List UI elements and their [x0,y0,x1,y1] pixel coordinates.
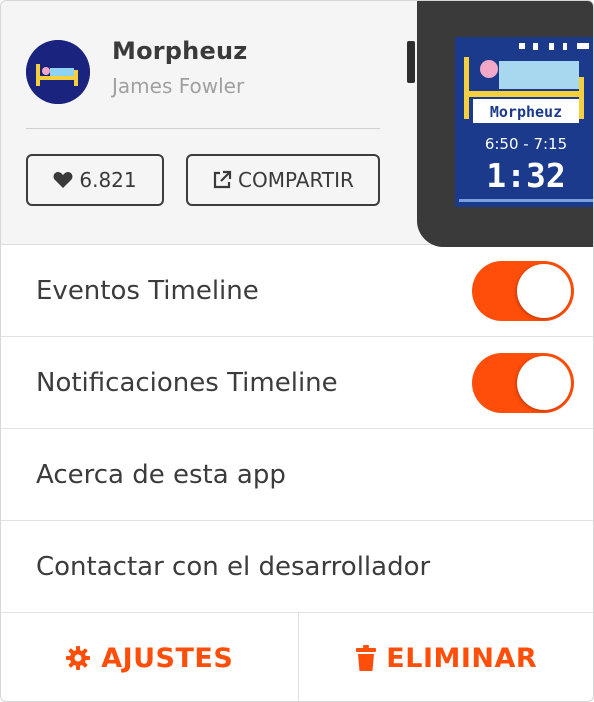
delete-button[interactable]: ELIMINAR [297,613,594,701]
app-author[interactable]: James Fowler [112,74,244,98]
app-name: Morpheuz [112,37,248,65]
app-header: Morpheuz James Fowler 6.821 COMPARTIR Mo… [1,1,593,247]
settings-list: Eventos Timeline Notificaciones Timeline… [1,245,593,613]
settings-label: AJUSTES [101,642,234,674]
setting-timeline-events[interactable]: Eventos Timeline [1,245,593,337]
app-detail-panel: Morpheuz James Fowler 6.821 COMPARTIR Mo… [0,0,594,702]
contact-developer-item[interactable]: Contactar con el desarrollador [1,521,593,613]
about-app-item[interactable]: Acerca de esta app [1,429,593,521]
likes-count: 6.821 [79,168,137,192]
setting-label: Contactar con el desarrollador [36,551,431,582]
watch-screenshot: Morpheuz 6:50 - 7:15 1:32 [407,1,593,247]
trash-icon [356,645,377,671]
footer-actions: AJUSTES ELIMINAR [1,613,594,701]
like-button[interactable]: 6.821 [26,154,164,206]
settings-button[interactable]: AJUSTES [1,613,298,701]
watch-time: 1:32 [486,156,565,195]
external-link-icon [213,170,232,189]
setting-label: Acerca de esta app [36,459,286,490]
timeline-notifications-toggle[interactable] [472,353,574,413]
share-label: COMPARTIR [238,168,354,192]
bed-icon [26,40,90,104]
share-button[interactable]: COMPARTIR [186,154,380,206]
gear-icon [66,646,91,670]
timeline-events-toggle[interactable] [472,261,574,321]
heart-icon [53,172,73,188]
watch-alarm-window: 6:50 - 7:15 [485,135,567,153]
toggle-knob [517,356,571,410]
header-divider [26,128,380,129]
delete-label: ELIMINAR [386,642,538,674]
watch-app-title: Morpheuz [490,103,562,121]
toggle-knob [517,264,571,318]
setting-timeline-notifications[interactable]: Notificaciones Timeline [1,337,593,429]
